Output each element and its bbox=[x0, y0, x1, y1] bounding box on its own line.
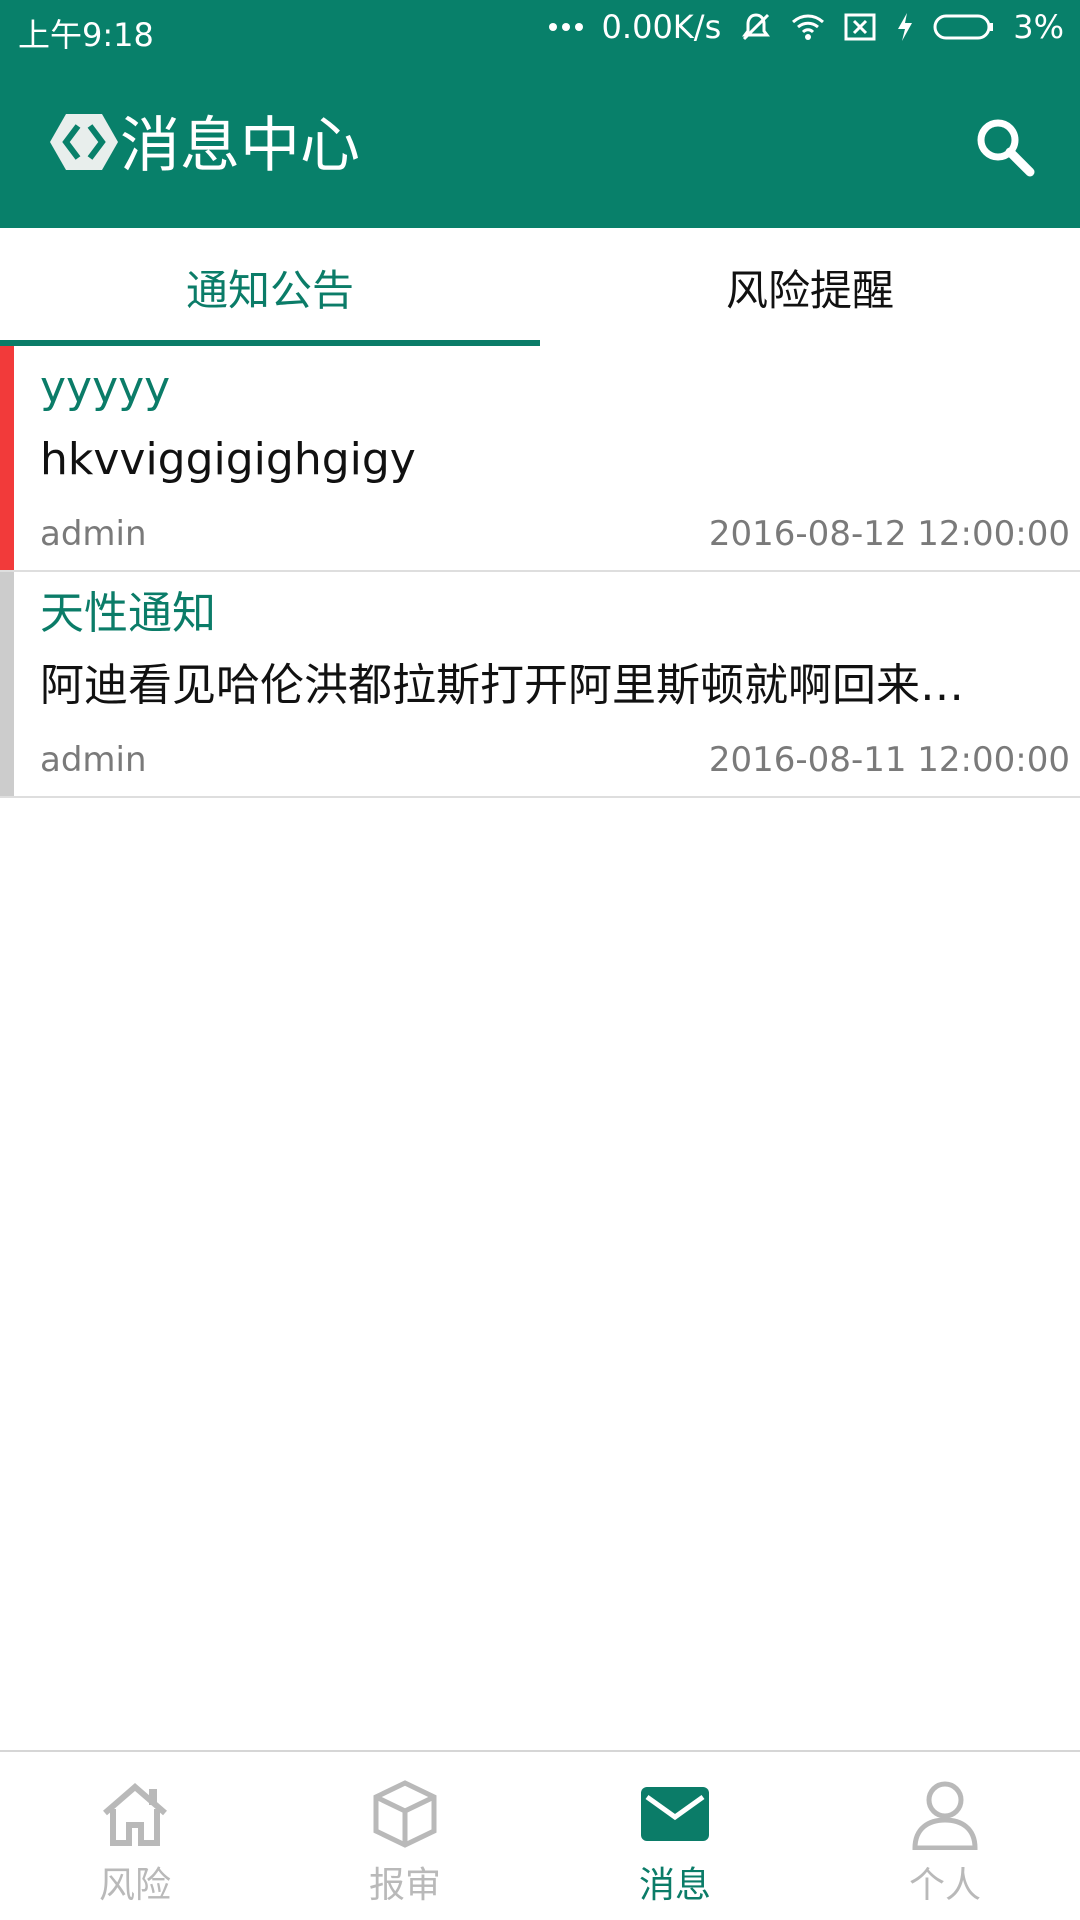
status-right: 0.00K/s 3% bbox=[548, 8, 1064, 46]
tab-notices[interactable]: 通知公告 bbox=[0, 228, 540, 346]
notice-author: admin bbox=[40, 514, 147, 554]
mail-icon bbox=[635, 1774, 715, 1854]
nav-item-messages[interactable]: 消息 bbox=[540, 1752, 810, 1920]
status-time: 上午9:18 bbox=[18, 16, 154, 54]
list-item[interactable]: 天性通知 阿迪看见哈伦洪都拉斯打开阿里斯顿就啊回来… admin 2016-08… bbox=[0, 572, 1080, 798]
bottom-nav: 风险 报审 消息 个人 bbox=[0, 1750, 1080, 1920]
nav-item-review[interactable]: 报审 bbox=[270, 1752, 540, 1920]
notice-title: yyyyy bbox=[40, 362, 171, 413]
read-indicator bbox=[0, 572, 14, 796]
notice-author: admin bbox=[40, 740, 147, 780]
nav-label: 个人 bbox=[908, 1865, 981, 1906]
battery-percent: 3% bbox=[1013, 8, 1064, 46]
notice-list: yyyyy hkvviggigighgigy admin 2016-08-12 … bbox=[0, 346, 1080, 798]
battery-icon bbox=[933, 13, 995, 41]
notice-content: 阿迪看见哈伦洪都拉斯打开阿里斯顿就啊回来… bbox=[40, 660, 964, 711]
wifi-icon bbox=[791, 13, 825, 41]
list-item[interactable]: yyyyy hkvviggigighgigy admin 2016-08-12 … bbox=[0, 346, 1080, 572]
notice-date: 2016-08-11 12:00:00 bbox=[708, 740, 1070, 780]
notice-content: hkvviggigighgigy bbox=[40, 434, 416, 485]
nav-label: 消息 bbox=[638, 1865, 711, 1906]
page-title: 消息中心 bbox=[120, 111, 360, 181]
cube-icon bbox=[365, 1774, 445, 1854]
mute-bell-icon bbox=[739, 10, 773, 44]
network-speed: 0.00K/s bbox=[601, 8, 722, 46]
unread-indicator bbox=[0, 346, 14, 570]
nav-item-risk[interactable]: 风险 bbox=[0, 1752, 270, 1920]
person-icon bbox=[905, 1774, 985, 1854]
tab-risk-alerts[interactable]: 风险提醒 bbox=[540, 228, 1080, 346]
sim-off-icon bbox=[843, 12, 877, 42]
app-root: 上午9:18 0.00K/s 3% 消息中心 通知公告 风险提醒 yyyyy h… bbox=[0, 0, 1080, 1920]
home-icon bbox=[95, 1774, 175, 1854]
more-dots-icon bbox=[548, 21, 584, 33]
nav-label: 报审 bbox=[368, 1865, 441, 1906]
app-bar: 消息中心 bbox=[0, 60, 1080, 228]
notice-title: 天性通知 bbox=[40, 588, 216, 639]
app-logo-icon bbox=[48, 110, 120, 174]
search-icon bbox=[977, 119, 1035, 177]
nav-item-profile[interactable]: 个人 bbox=[810, 1752, 1080, 1920]
tab-notices-label: 通知公告 bbox=[185, 265, 354, 315]
tab-risk-alerts-label: 风险提醒 bbox=[725, 265, 894, 315]
tab-bar: 通知公告 风险提醒 bbox=[0, 228, 1080, 346]
charging-icon bbox=[895, 11, 915, 43]
notice-date: 2016-08-12 12:00:00 bbox=[708, 514, 1070, 554]
search-button[interactable] bbox=[968, 110, 1040, 182]
nav-label: 风险 bbox=[98, 1865, 171, 1906]
status-bar: 上午9:18 0.00K/s 3% bbox=[0, 0, 1080, 60]
